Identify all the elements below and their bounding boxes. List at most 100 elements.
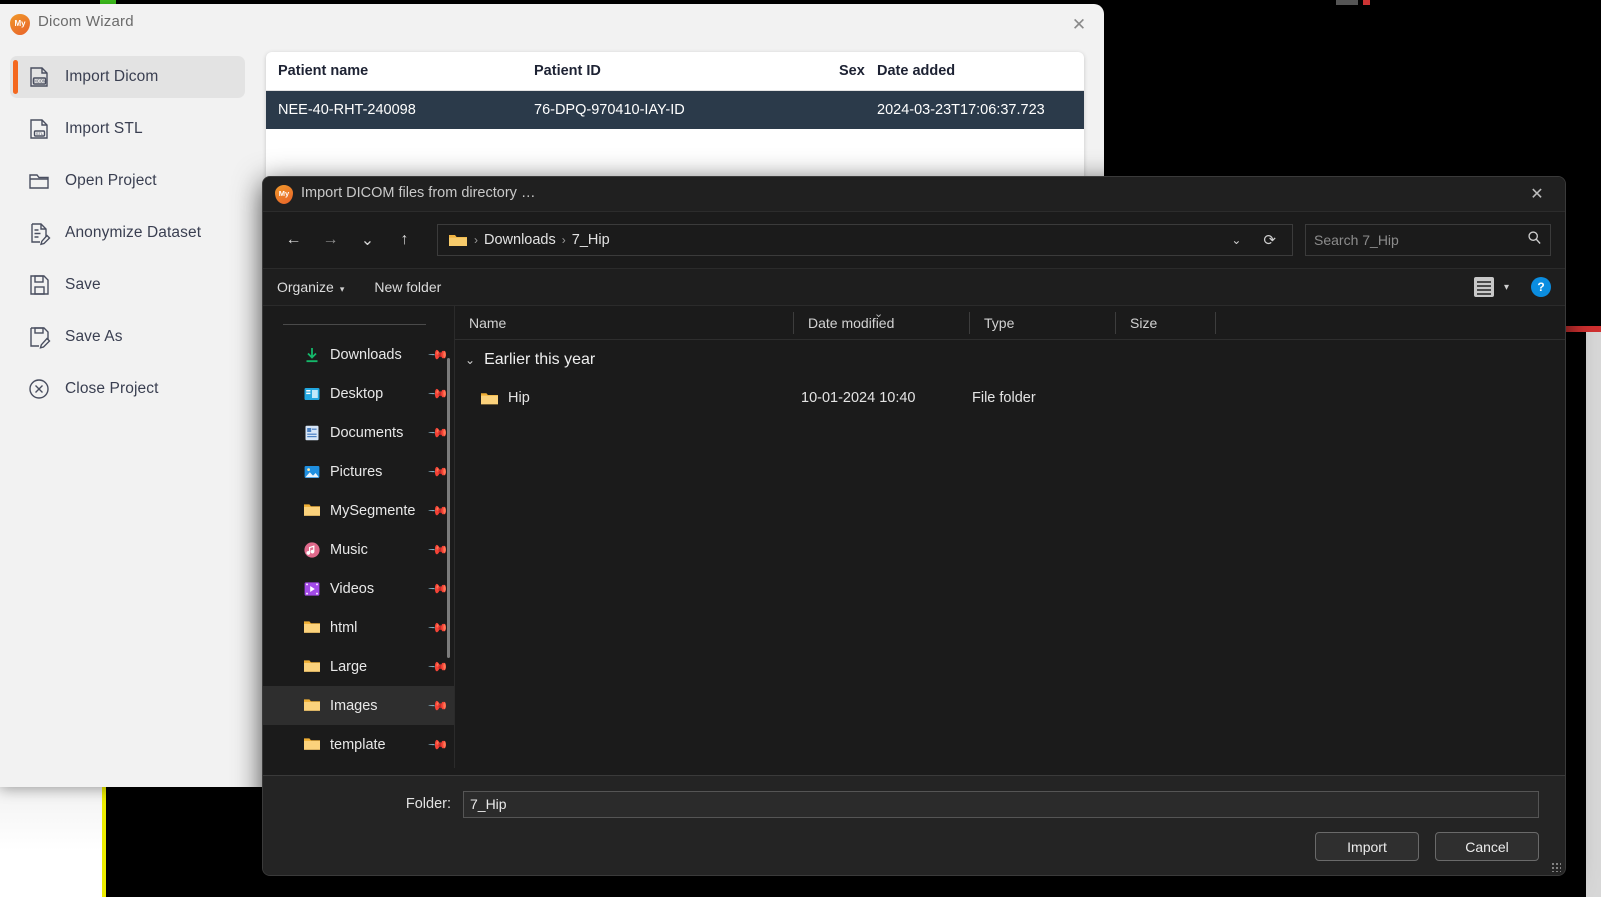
column-header-patient-id[interactable]: Patient ID <box>534 63 839 79</box>
folder-icon <box>303 658 321 676</box>
nav-item-videos[interactable]: Videos 📌 <box>263 569 454 608</box>
chevron-down-icon[interactable]: ⌄ <box>465 353 475 367</box>
sidebar-item-save-as[interactable]: Save As <box>10 316 245 358</box>
column-header-date-modified[interactable]: ⌄ Date modified <box>793 312 969 334</box>
refresh-icon[interactable]: ⟳ <box>1253 231 1286 249</box>
sidebar-item-label: Close Project <box>65 380 158 398</box>
pin-icon[interactable]: 📌 <box>427 538 450 561</box>
divider <box>283 324 426 325</box>
up-button[interactable]: ↑ <box>388 225 421 255</box>
sidebar-item-label: Save <box>65 276 101 294</box>
sidebar-item-label: Anonymize Dataset <box>65 224 201 242</box>
nav-item-desktop[interactable]: Desktop 📌 <box>263 374 454 413</box>
forward-button[interactable]: → <box>314 225 347 255</box>
close-icon[interactable]: ✕ <box>1517 181 1557 208</box>
folder-icon <box>303 736 321 754</box>
column-header-size[interactable]: Size <box>1115 312 1215 334</box>
pictures-icon <box>303 463 321 481</box>
dialog-footer: Folder: Import Cancel <box>263 775 1565 875</box>
chevron-down-icon: ▾ <box>340 284 345 294</box>
sidebar-item-save[interactable]: Save <box>10 264 245 306</box>
nav-item-pictures[interactable]: Pictures 📌 <box>263 452 454 491</box>
sidebar-item-anonymize-dataset[interactable]: Anonymize Dataset <box>10 212 245 254</box>
dialog-buttons: Import Cancel <box>263 832 1565 861</box>
chevron-down-icon: ▾ <box>1504 282 1509 293</box>
column-header-type[interactable]: Type <box>969 312 1115 334</box>
background-right-strip <box>1586 330 1601 897</box>
organize-button[interactable]: Organize▾ <box>277 279 344 295</box>
table-row[interactable]: NEE-40-RHT-240098 76-DPQ-970410-IAY-ID 2… <box>266 91 1084 129</box>
nav-item-documents[interactable]: Documents 📌 <box>263 413 454 452</box>
screen: My Dicom Wizard ✕ DICOM Import Dicom <box>0 0 1601 897</box>
sidebar-item-label: Open Project <box>65 172 157 190</box>
nav-item-html[interactable]: html 📌 <box>263 608 454 647</box>
chevron-down-icon[interactable]: ⌄ <box>1219 233 1253 247</box>
view-options-button[interactable]: ▾ <box>1474 277 1509 297</box>
background-white-panel <box>0 782 103 897</box>
pin-icon[interactable]: 📌 <box>427 616 450 639</box>
nav-item-template[interactable]: template 📌 <box>263 725 454 764</box>
breadcrumb-item-7hip[interactable]: 7_Hip <box>568 232 614 248</box>
svg-text:STL: STL <box>36 131 44 136</box>
background-yellow-marker <box>102 787 106 897</box>
new-folder-button[interactable]: New folder <box>374 279 441 295</box>
file-group-header[interactable]: ⌄ Earlier this year <box>455 340 1565 380</box>
breadcrumb-item-downloads[interactable]: Downloads <box>480 232 560 248</box>
nav-item-downloads[interactable]: Downloads 📌 <box>263 335 454 374</box>
back-button[interactable]: ← <box>277 225 310 255</box>
search-icon[interactable] <box>1527 230 1542 250</box>
pin-icon[interactable]: 📌 <box>427 655 450 678</box>
pin-icon[interactable]: 📌 <box>427 577 450 600</box>
nav-item-music[interactable]: Music 📌 <box>263 530 454 569</box>
search-input[interactable] <box>1305 224 1551 256</box>
pin-icon[interactable]: 📌 <box>427 733 450 756</box>
cancel-button[interactable]: Cancel <box>1435 832 1539 861</box>
breadcrumb[interactable]: › Downloads › 7_Hip ⌄ ⟳ <box>437 224 1293 256</box>
folder-row: Folder: <box>263 776 1565 822</box>
cell-patient-id: 76-DPQ-970410-IAY-ID <box>534 102 839 118</box>
column-header-date-added[interactable]: Date added <box>877 63 1084 79</box>
sidebar-item-import-dicom[interactable]: DICOM Import Dicom <box>10 56 245 98</box>
nav-item-large[interactable]: Large 📌 <box>263 647 454 686</box>
help-icon[interactable]: ? <box>1531 277 1551 297</box>
import-button[interactable]: Import <box>1315 832 1419 861</box>
folder-icon <box>303 619 321 637</box>
breadcrumb-separator: › <box>472 233 480 247</box>
column-header-name[interactable]: Name <box>455 312 793 334</box>
navigation-pane-scrollbar[interactable] <box>447 358 450 658</box>
pin-icon[interactable]: 📌 <box>427 460 450 483</box>
nav-item-label: Pictures <box>330 464 382 480</box>
app-logo-icon: My <box>10 14 30 35</box>
music-icon <box>303 541 321 559</box>
folder-input[interactable] <box>463 791 1539 818</box>
sidebar-item-import-stl[interactable]: STL Import STL <box>10 108 245 150</box>
floppy-disk-edit-icon <box>24 322 54 352</box>
search-field[interactable] <box>1314 232 1527 248</box>
nav-item-label: Videos <box>330 581 374 597</box>
close-icon[interactable]: ✕ <box>1064 12 1094 38</box>
file-list-header: Name ⌄ Date modified Type Size <box>455 306 1565 340</box>
sidebar-item-open-project[interactable]: Open Project <box>10 160 245 202</box>
column-header-sex[interactable]: Sex <box>839 63 877 79</box>
circle-x-icon <box>24 374 54 404</box>
pin-icon[interactable]: 📌 <box>427 499 450 522</box>
pin-icon[interactable]: 📌 <box>427 382 450 405</box>
file-name-cell: Hip <box>455 390 793 406</box>
pin-icon[interactable]: 📌 <box>427 421 450 444</box>
column-header-patient-name[interactable]: Patient name <box>266 63 534 79</box>
nav-item-label: html <box>330 620 357 636</box>
file-list-item[interactable]: Hip 10-01-2024 10:40 File folder <box>455 380 1565 416</box>
file-name-label: Hip <box>508 390 530 406</box>
resize-grip[interactable] <box>1551 862 1561 872</box>
recent-locations-button[interactable]: ⌄ <box>351 225 384 255</box>
breadcrumb-separator: › <box>560 233 568 247</box>
navigation-pane: Downloads 📌 Desktop 📌 <box>263 306 455 768</box>
nav-item-mysegmente[interactable]: MySegmente 📌 <box>263 491 454 530</box>
sidebar-item-close-project[interactable]: Close Project <box>10 368 245 410</box>
pin-icon[interactable]: 📌 <box>427 343 450 366</box>
folder-icon <box>303 697 321 715</box>
nav-item-images[interactable]: Images 📌 <box>263 686 454 725</box>
cell-date-added: 2024-03-23T17:06:37.723 <box>877 102 1084 118</box>
pin-icon[interactable]: 📌 <box>427 694 450 717</box>
background-red-accent <box>1565 326 1601 332</box>
